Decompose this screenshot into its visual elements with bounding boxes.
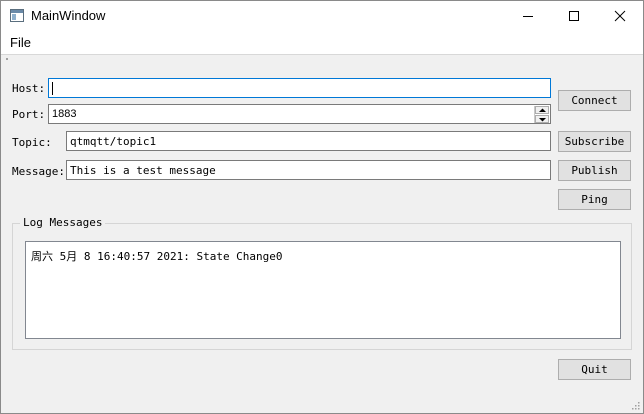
menu-separator [1,54,643,55]
message-input[interactable]: This is a test message [66,160,551,180]
publish-button[interactable]: Publish [558,160,631,181]
toolbar-grip [6,58,8,60]
port-spinbox[interactable]: 1883 [48,104,551,124]
text-caret [52,82,53,95]
resize-grip-icon[interactable] [630,400,640,410]
log-line: 周六 5月 8 16:40:57 2021: State Change0 [31,250,283,263]
maximize-button[interactable] [551,1,597,31]
topic-input-value: qtmqtt/topic1 [70,135,157,148]
minimize-icon [523,16,533,17]
port-label: Port: [12,108,46,121]
title-bar[interactable]: MainWindow [1,1,643,31]
window-title: MainWindow [31,8,106,23]
close-button[interactable] [597,1,643,31]
host-label: Host: [12,82,46,95]
spin-buttons [534,106,549,123]
quit-button[interactable]: Quit [558,359,631,380]
subscribe-button[interactable]: Subscribe [558,131,631,152]
spin-up-button[interactable] [535,106,549,114]
message-input-value: This is a test message [70,164,216,177]
app-window-icon [10,9,24,22]
arrow-up-icon [539,108,546,112]
topic-input[interactable]: qtmqtt/topic1 [66,131,551,151]
ping-button[interactable]: Ping [558,189,631,210]
message-label: Message: [12,165,65,178]
menu-file[interactable]: File [10,35,31,50]
minimize-button[interactable] [505,1,551,31]
connect-button[interactable]: Connect [558,90,631,111]
topic-label: Topic: [12,136,52,149]
log-group-title: Log Messages [20,216,106,229]
host-input[interactable] [48,78,551,98]
close-icon [614,10,626,22]
main-window: MainWindow File Host: Port: 1883 Topic: … [0,0,644,414]
maximize-icon [569,11,579,21]
spin-down-button[interactable] [535,115,549,123]
arrow-down-icon [539,118,546,122]
menu-bar: File [1,31,643,54]
port-value: 1883 [52,108,77,120]
log-text-area[interactable]: 周六 5月 8 16:40:57 2021: State Change0 [25,241,621,339]
